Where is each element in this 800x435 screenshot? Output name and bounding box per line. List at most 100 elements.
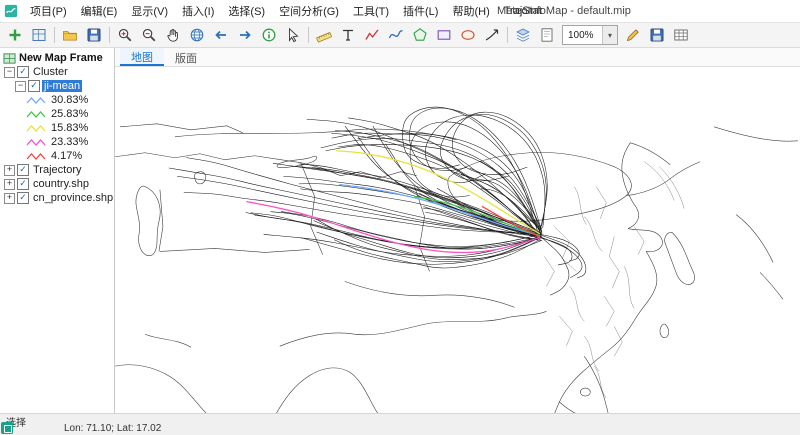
map-frame-icon (3, 52, 16, 65)
map-frame-node[interactable]: New Map Frame (0, 51, 114, 65)
expand-icon[interactable]: + (4, 165, 15, 176)
zoom-previous-button[interactable] (210, 24, 232, 46)
measure-button[interactable] (313, 24, 335, 46)
legend-line-icon (26, 152, 46, 161)
menu-item-2[interactable]: 显示(V) (124, 0, 175, 22)
legend-item-23.33[interactable]: 23.33% (0, 135, 114, 149)
text-annotation-button[interactable] (337, 24, 359, 46)
curve-draw-icon (388, 27, 404, 43)
zoom-in-icon (117, 27, 133, 43)
polyline-draw-button[interactable] (361, 24, 383, 46)
tab-map[interactable]: 地图 (120, 48, 164, 66)
layer-checkbox[interactable]: ✓ (17, 192, 29, 204)
ellipse-draw-button[interactable] (457, 24, 479, 46)
chevron-down-icon[interactable]: ▾ (602, 26, 617, 44)
legend-item-25.83[interactable]: 25.83% (0, 107, 114, 121)
identify-button[interactable] (258, 24, 280, 46)
layout-view-icon (539, 27, 555, 43)
legend-item-4.17[interactable]: 4.17% (0, 149, 114, 163)
save-edits-button[interactable] (646, 24, 668, 46)
polygon-draw-button[interactable] (409, 24, 431, 46)
layer-label[interactable]: country.shp (31, 178, 91, 190)
open-project-icon (62, 27, 78, 43)
layer-item-country-shp[interactable]: +✓country.shp (0, 177, 114, 191)
add-data-button[interactable] (4, 24, 26, 46)
menu-item-8[interactable]: 帮助(H) (445, 0, 496, 22)
full-extent-button[interactable] (186, 24, 208, 46)
menu-item-6[interactable]: 工具(T) (346, 0, 396, 22)
pan-button[interactable] (162, 24, 184, 46)
menu-item-5[interactable]: 空间分析(G) (272, 0, 346, 22)
open-project-button[interactable] (59, 24, 81, 46)
measure-icon (316, 27, 332, 43)
rectangle-draw-icon (436, 27, 452, 43)
zoom-out-icon (141, 27, 157, 43)
layer-label[interactable]: Trajectory (31, 164, 84, 176)
layer-label[interactable]: ji-mean (42, 80, 82, 92)
layout-view-button[interactable] (536, 24, 558, 46)
layer-checkbox[interactable]: ✓ (17, 66, 29, 78)
add-data-icon (7, 27, 23, 43)
title-bar: 项目(P)编辑(E)显示(V)插入(I)选择(S)空间分析(G)工具(T)插件(… (0, 0, 800, 23)
menu-item-0[interactable]: 项目(P) (23, 0, 74, 22)
expand-icon[interactable]: + (4, 179, 15, 190)
toolbar-separator (54, 27, 55, 43)
zoom-next-icon (237, 27, 253, 43)
rectangle-draw-button[interactable] (433, 24, 455, 46)
layer-item-cluster[interactable]: −✓Cluster (0, 65, 114, 79)
menu-item-7[interactable]: 插件(L) (396, 0, 445, 22)
new-map-frame-icon (31, 27, 47, 43)
layer-checkbox[interactable]: ✓ (28, 80, 40, 92)
map-canvas[interactable] (115, 67, 800, 413)
zoom-level-combo[interactable]: 100%▾ (562, 25, 618, 45)
attribute-table-icon (673, 27, 689, 43)
province-borders (544, 162, 684, 398)
legend-item-15.83[interactable]: 15.83% (0, 121, 114, 135)
save-project-icon (86, 27, 102, 43)
layer-item-ji-mean[interactable]: −✓ji-mean (0, 79, 114, 93)
curve-draw-button[interactable] (385, 24, 407, 46)
toolbar-separator (109, 27, 110, 43)
text-annotation-icon (340, 27, 356, 43)
legend-label: 23.33% (49, 136, 90, 148)
wind-arrow-button[interactable] (481, 24, 503, 46)
new-map-frame-button[interactable] (28, 24, 50, 46)
tab-layout[interactable]: 版面 (164, 48, 208, 66)
layers-icon (515, 27, 531, 43)
legend-line-icon (26, 138, 46, 147)
map-view (115, 67, 800, 413)
window-title: MeteoInfoMap - default.mip (497, 0, 631, 22)
legend-label: 4.17% (49, 150, 84, 162)
layer-checkbox[interactable]: ✓ (17, 164, 29, 176)
select-element-button[interactable] (282, 24, 304, 46)
legend-line-icon (26, 110, 46, 119)
zoom-next-button[interactable] (234, 24, 256, 46)
expand-icon[interactable]: + (4, 193, 15, 204)
layer-label[interactable]: Cluster (31, 66, 70, 78)
document-area: 地图版面 (115, 48, 800, 413)
collapse-icon[interactable]: − (4, 67, 15, 78)
toolbar: 100%▾ (0, 23, 800, 48)
collapse-icon[interactable]: − (15, 81, 26, 92)
legend-item-30.83[interactable]: 30.83% (0, 93, 114, 107)
save-project-button[interactable] (83, 24, 105, 46)
layer-item-trajectory[interactable]: +✓Trajectory (0, 163, 114, 177)
layer-label[interactable]: cn_province.shp (31, 192, 115, 204)
menu-item-4[interactable]: 选择(S) (221, 0, 272, 22)
layer-checkbox[interactable]: ✓ (17, 178, 29, 190)
identify-icon (261, 27, 277, 43)
zoom-level-value: 100% (563, 30, 602, 41)
menu-item-3[interactable]: 插入(I) (175, 0, 221, 22)
edit-pencil-button[interactable] (622, 24, 644, 46)
menu-item-1[interactable]: 编辑(E) (74, 0, 125, 22)
zoom-previous-icon (213, 27, 229, 43)
zoom-in-button[interactable] (114, 24, 136, 46)
full-extent-icon (189, 27, 205, 43)
zoom-out-button[interactable] (138, 24, 160, 46)
layer-item-cn-province-shp[interactable]: +✓cn_province.shp (0, 191, 114, 205)
legend-line-icon (26, 96, 46, 105)
tab-strip: 地图版面 (115, 48, 800, 67)
layers-button[interactable] (512, 24, 534, 46)
attribute-table-button[interactable] (670, 24, 692, 46)
app-logo-icon (4, 4, 18, 18)
